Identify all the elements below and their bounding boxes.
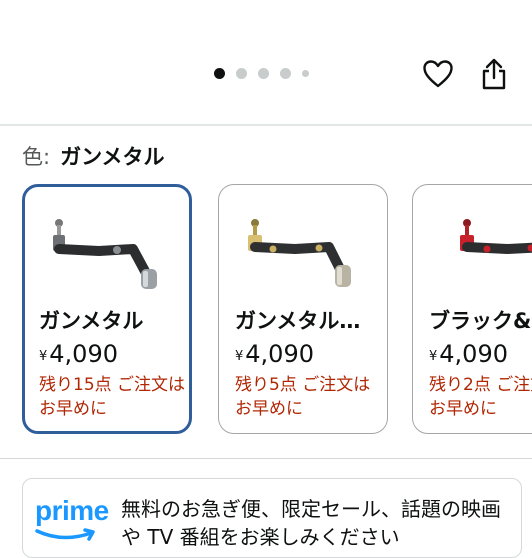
price-value: 4,090 bbox=[439, 340, 508, 368]
stock-notice: 残り15点 ご注文はお早めに bbox=[39, 373, 189, 421]
carousel-dot-3[interactable] bbox=[258, 68, 269, 79]
variant-card-gunmetal-gold[interactable]: ガンメタル… ¥4,090 残り5点 ご注文はお早めに bbox=[218, 184, 388, 434]
variant-price: ¥4,090 bbox=[429, 339, 508, 369]
prime-logo: prime bbox=[35, 495, 109, 527]
carousel-dot-5[interactable] bbox=[302, 70, 309, 77]
variant-name: ガンメタル… bbox=[235, 307, 360, 335]
share-icon[interactable] bbox=[480, 58, 508, 90]
selected-color-value: ガンメタル bbox=[60, 145, 164, 169]
stock-notice: 残り2点 ご注文はお早めに bbox=[429, 373, 532, 421]
image-carousel-header bbox=[0, 0, 532, 124]
prime-promo-banner[interactable]: prime 無料のお急ぎ便、限定セール、話題の映画や TV 番組をお楽しみくださ… bbox=[22, 478, 522, 558]
prime-swoosh-icon bbox=[35, 527, 101, 543]
price-value: 4,090 bbox=[49, 340, 118, 368]
carousel-dot-2[interactable] bbox=[236, 68, 247, 79]
prime-message: 無料のお急ぎ便、限定セール、話題の映画や TV 番組をお楽しみください bbox=[121, 495, 513, 551]
currency-symbol: ¥ bbox=[429, 349, 437, 364]
product-image bbox=[427, 205, 532, 295]
currency-symbol: ¥ bbox=[39, 349, 47, 364]
variant-name: ブラック& bbox=[429, 307, 531, 335]
section-divider bbox=[0, 124, 532, 126]
variant-card-black-red[interactable]: ブラック& ¥4,090 残り2点 ご注文はお早めに bbox=[412, 184, 532, 434]
carousel-dot-1[interactable] bbox=[214, 68, 225, 79]
heart-icon[interactable] bbox=[423, 60, 453, 88]
variant-price: ¥4,090 bbox=[39, 339, 118, 369]
variant-name: ガンメタル bbox=[39, 307, 143, 335]
color-label: 色: bbox=[22, 145, 50, 169]
product-image bbox=[37, 205, 177, 295]
variant-price: ¥4,090 bbox=[235, 339, 314, 369]
color-selector-heading: 色: ガンメタル bbox=[22, 143, 164, 171]
product-image bbox=[233, 205, 373, 295]
stock-notice: 残り5点 ご注文はお早めに bbox=[235, 373, 385, 421]
section-divider bbox=[0, 458, 532, 459]
variant-carousel[interactable]: ガンメタル ¥4,090 残り15点 ご注文はお早めに ガンメタル… ¥4,09… bbox=[22, 182, 532, 438]
currency-symbol: ¥ bbox=[235, 349, 243, 364]
carousel-dot-4[interactable] bbox=[280, 68, 291, 79]
variant-card-gunmetal[interactable]: ガンメタル ¥4,090 残り15点 ご注文はお早めに bbox=[22, 184, 192, 434]
price-value: 4,090 bbox=[245, 340, 314, 368]
carousel-indicator[interactable] bbox=[214, 68, 309, 79]
